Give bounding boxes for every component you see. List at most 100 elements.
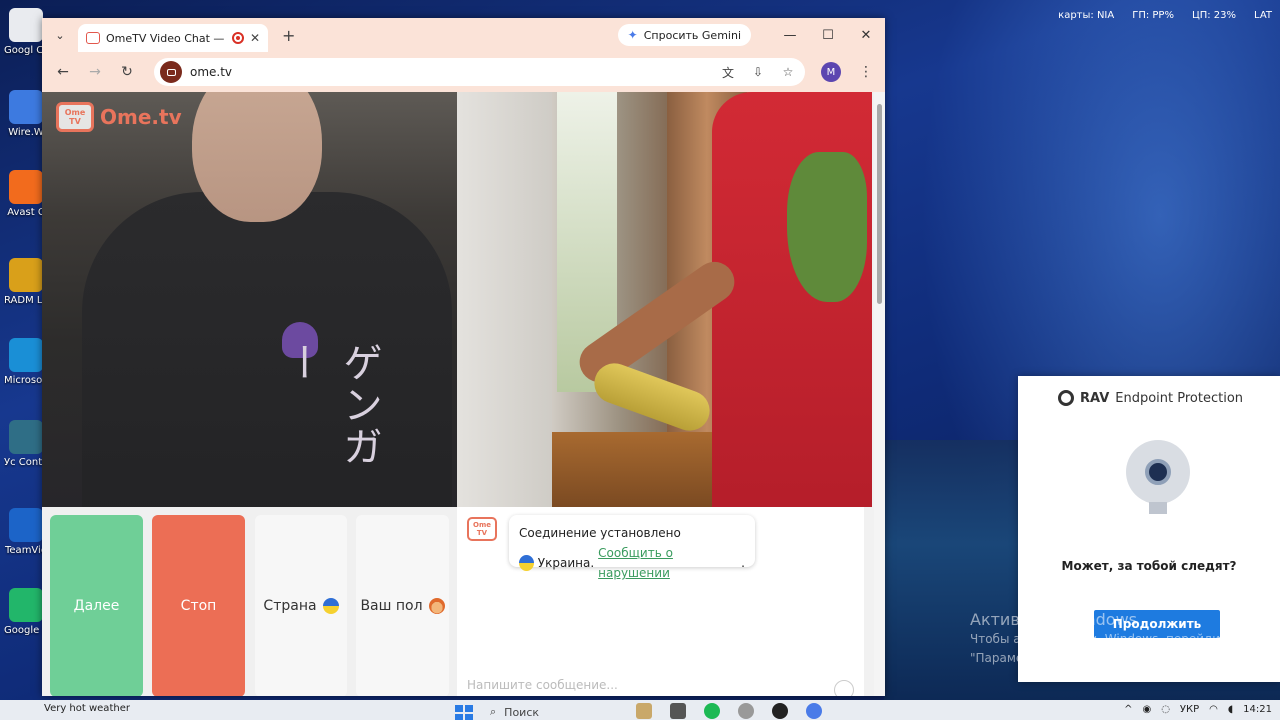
system-monitor-overlay: карты: NIA ГП: РР% ЦП: 23% LAT bbox=[1058, 10, 1272, 21]
spotify-icon[interactable] bbox=[704, 703, 720, 719]
emoji-icon[interactable] bbox=[834, 680, 854, 696]
edge-icon bbox=[9, 338, 43, 372]
partner-country: Украина. bbox=[537, 556, 595, 570]
chat-ometv-logo-icon: Ome TV bbox=[467, 517, 497, 541]
forward-arrow-icon[interactable]: → bbox=[82, 59, 108, 85]
chrome-taskbar-icon[interactable] bbox=[806, 703, 822, 719]
browser-window: ⌄ OmeTV Video Chat — Ome ✕ + ✦ Спросить … bbox=[42, 18, 885, 696]
start-windows-icon[interactable] bbox=[455, 705, 473, 720]
avast-icon bbox=[9, 170, 43, 204]
control-center-icon bbox=[9, 420, 43, 454]
remote-video bbox=[457, 92, 872, 507]
report-abuse-link[interactable]: Сообщить о нарушении bbox=[598, 543, 737, 583]
ukraine-flag-icon bbox=[322, 598, 339, 614]
clock[interactable]: 14:21 bbox=[1243, 704, 1272, 715]
browser-menu-icon[interactable]: ⋮ bbox=[855, 64, 877, 80]
language-indicator[interactable]: УКР bbox=[1180, 704, 1199, 715]
monitor-item: карты: NIA bbox=[1058, 10, 1115, 21]
page-scrollbar[interactable] bbox=[874, 92, 885, 696]
system-message: Соединение установлено Украина. Сообщить… bbox=[509, 515, 755, 580]
local-person-head bbox=[192, 92, 322, 222]
ometv-logo-text: Ome.tv bbox=[100, 105, 182, 129]
ometv-page: ゲンガー Ome TV Ome.tv Далее Стоп Страна Ваш… bbox=[42, 92, 874, 696]
webcam-icon bbox=[1126, 440, 1190, 504]
connection-status: Соединение установлено bbox=[519, 526, 681, 540]
volume-icon[interactable]: ◖ bbox=[1228, 704, 1233, 715]
profile-avatar[interactable]: M bbox=[821, 62, 841, 82]
url-text[interactable]: ome.tv bbox=[190, 65, 709, 79]
tab-search-button[interactable]: ⌄ bbox=[50, 25, 70, 45]
next-label: Далее bbox=[73, 598, 120, 614]
camera-in-use-icon[interactable] bbox=[160, 61, 182, 83]
remote-scene-door bbox=[457, 92, 552, 507]
taskbar-search[interactable]: ⌕ Поиск bbox=[490, 704, 620, 720]
wifi-icon[interactable]: ◠ bbox=[1209, 704, 1218, 715]
google-games-icon bbox=[9, 588, 43, 622]
taskbar: Very hot weather ⌕ Поиск ^ ◉ ◌ УКР ◠ ◖ 1… bbox=[0, 700, 1280, 720]
radmin-icon bbox=[9, 258, 43, 292]
chevron-up-icon[interactable]: ^ bbox=[1124, 704, 1132, 715]
monitor-item: ГП: РР% bbox=[1132, 10, 1174, 21]
google-chrome-icon bbox=[9, 8, 43, 42]
system-tray: ^ ◉ ◌ УКР ◠ ◖ 14:21 bbox=[1124, 704, 1272, 715]
gemini-label: Спросить Gemini bbox=[643, 28, 741, 42]
gender-avatar-icon bbox=[428, 598, 445, 614]
address-bar[interactable]: ome.tv 文 ⇩ ☆ bbox=[154, 58, 805, 86]
new-tab-button[interactable]: + bbox=[282, 26, 295, 45]
message-input[interactable]: Напишите сообщение... bbox=[467, 678, 847, 696]
gender-label: Ваш пол bbox=[360, 598, 423, 614]
ometv-logo: Ome TV Ome.tv bbox=[56, 102, 182, 132]
recording-indicator-icon bbox=[231, 32, 244, 44]
shirt-text: ゲンガー bbox=[278, 342, 382, 468]
windows-activation-watermark: Активация Windows Чтобы активировать Win… bbox=[970, 610, 1280, 667]
chat-controls: Далее Стоп Страна Ваш пол bbox=[42, 507, 457, 696]
rav-product: Endpoint Protection bbox=[1115, 390, 1244, 406]
ometv-logo-tv-icon: Ome TV bbox=[56, 102, 94, 132]
monitor-item: ЦП: 23% bbox=[1191, 10, 1237, 21]
tab-strip: ⌄ OmeTV Video Chat — Ome ✕ + ✦ Спросить … bbox=[42, 18, 885, 52]
tab-close-icon[interactable]: ✕ bbox=[250, 31, 260, 45]
reload-icon[interactable]: ↻ bbox=[114, 59, 140, 85]
gender-filter-button[interactable]: Ваш пол bbox=[356, 515, 449, 696]
activation-title: Активация Windows bbox=[970, 610, 1137, 629]
window-controls: — ☐ ✕ bbox=[771, 18, 885, 52]
back-arrow-icon[interactable]: ← bbox=[50, 59, 76, 85]
rav-question: Может, за тобой следят? bbox=[1061, 559, 1237, 573]
rav-logo-icon bbox=[1058, 390, 1074, 406]
chat-panel: Ome TV Соединение установлено Украина. С… bbox=[457, 507, 864, 696]
scrollbar-thumb[interactable] bbox=[877, 104, 882, 304]
remote-scene-floor bbox=[552, 432, 732, 507]
app-icon[interactable] bbox=[772, 703, 788, 719]
minimize-button[interactable]: — bbox=[771, 18, 809, 52]
wire-icon bbox=[9, 90, 43, 124]
translate-icon[interactable]: 文 bbox=[717, 61, 739, 83]
taskbar-search-label: Поиск bbox=[504, 705, 540, 719]
tab-ometv[interactable]: OmeTV Video Chat — Ome ✕ bbox=[78, 24, 268, 52]
stop-label: Стоп bbox=[180, 598, 217, 614]
file-explorer-icon[interactable] bbox=[636, 703, 652, 719]
bookmark-star-icon[interactable]: ☆ bbox=[777, 61, 799, 83]
close-window-button[interactable]: ✕ bbox=[847, 18, 885, 52]
tray-app-icon[interactable]: ◉ bbox=[1142, 704, 1151, 715]
monitor-item: LAT bbox=[1254, 10, 1272, 21]
next-button[interactable]: Далее bbox=[50, 515, 143, 696]
weather-widget[interactable]: Very hot weather bbox=[44, 703, 130, 714]
tray-app-icon[interactable]: ◌ bbox=[1161, 704, 1170, 715]
app-icon[interactable] bbox=[670, 703, 686, 719]
ukraine-flag-icon bbox=[519, 555, 534, 571]
install-app-icon[interactable]: ⇩ bbox=[747, 61, 769, 83]
activation-line2: "Параметры". bbox=[970, 651, 1057, 665]
local-video: ゲンガー Ome TV Ome.tv bbox=[42, 92, 457, 507]
webcam-stand-icon bbox=[1149, 502, 1167, 514]
country-label: Страна bbox=[263, 598, 317, 614]
maximize-button[interactable]: ☐ bbox=[809, 18, 847, 52]
gemini-sparkle-icon: ✦ bbox=[627, 28, 638, 42]
teamviewer-icon bbox=[9, 508, 43, 542]
browser-toolbar: ← → ↻ ome.tv 文 ⇩ ☆ M ⋮ bbox=[42, 52, 885, 92]
local-person-body bbox=[82, 192, 452, 507]
stop-button[interactable]: Стоп bbox=[152, 515, 245, 696]
tab-title: OmeTV Video Chat — Ome bbox=[106, 31, 226, 45]
gemini-button[interactable]: ✦ Спросить Gemini bbox=[617, 24, 751, 46]
country-filter-button[interactable]: Страна bbox=[255, 515, 347, 696]
app-icon[interactable] bbox=[738, 703, 754, 719]
